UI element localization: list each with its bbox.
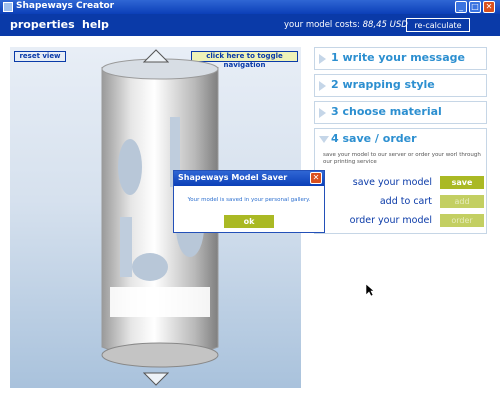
mouse-cursor-icon [365, 283, 375, 297]
step-description: save your model to our server or order y… [323, 152, 481, 165]
menu-bar: properties help your model costs: 88,45 … [0, 14, 500, 36]
collapse-arrow-icon [319, 136, 329, 143]
model-saver-dialog: Shapeways Model Saver ✕ Your model is sa… [173, 170, 325, 233]
step-save-order[interactable]: 4 save / order save your model to our se… [314, 128, 487, 234]
order-label: order your model [349, 215, 432, 226]
add-button[interactable]: add [440, 195, 484, 208]
save-row: save your model save [315, 176, 488, 190]
order-button[interactable]: order [440, 214, 484, 227]
arrow-down-icon[interactable] [143, 372, 169, 386]
app-window: Shapeways Creator _ □ ✕ properties help … [0, 0, 500, 401]
step-write-message[interactable]: 1 write your message [314, 47, 487, 70]
step-label: 3 choose material [331, 105, 442, 118]
close-icon[interactable]: ✕ [483, 1, 495, 13]
title-bar: Shapeways Creator _ □ ✕ [0, 0, 500, 14]
add-to-cart-label: add to cart [379, 196, 432, 207]
add-to-cart-row: add to cart add [315, 195, 488, 209]
save-button[interactable]: save [440, 176, 484, 189]
order-row: order your model order [315, 214, 488, 228]
recalculate-button[interactable]: re-calculate [406, 18, 470, 32]
dialog-message: Your model is saved in your personal gal… [187, 197, 311, 203]
step-wrapping-style[interactable]: 2 wrapping style [314, 74, 487, 97]
arrow-up-icon[interactable] [143, 49, 169, 63]
save-label: save your model [352, 177, 432, 188]
expand-arrow-icon [319, 81, 326, 91]
cost-value: 88,45 USD [362, 20, 408, 30]
menu-properties[interactable]: properties [10, 18, 75, 31]
model-cost: your model costs: 88,45 USD [284, 20, 408, 30]
dialog-title-bar: Shapeways Model Saver ✕ [174, 171, 324, 186]
dialog-title: Shapeways Model Saver [178, 173, 288, 182]
cost-label: your model costs: [284, 20, 360, 30]
expand-arrow-icon [319, 108, 326, 118]
step-label: 1 write your message [331, 51, 465, 64]
maximize-icon[interactable]: □ [469, 1, 481, 13]
dialog-close-icon[interactable]: ✕ [310, 172, 322, 184]
expand-arrow-icon [319, 54, 326, 64]
step-label: 2 wrapping style [331, 78, 435, 91]
window-title: Shapeways Creator [16, 1, 115, 11]
step-choose-material[interactable]: 3 choose material [314, 101, 487, 124]
step-label: 4 save / order [331, 132, 417, 145]
app-icon [3, 2, 13, 12]
menu-help[interactable]: help [82, 18, 109, 31]
minimize-icon[interactable]: _ [455, 1, 467, 13]
ok-button[interactable]: ok [224, 215, 274, 228]
